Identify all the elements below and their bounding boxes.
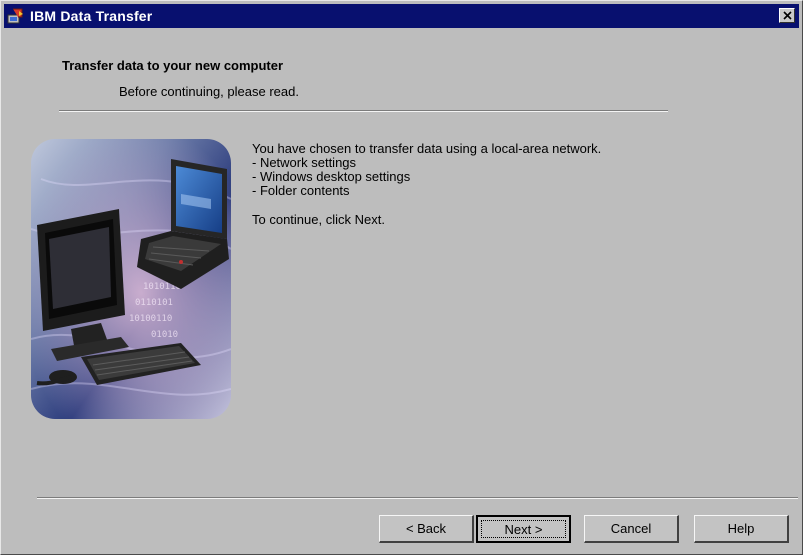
cancel-button[interactable]: Cancel <box>584 515 679 543</box>
list-item: - Windows desktop settings <box>252 169 411 184</box>
transfer-items-list: - Network settings - Windows desktop set… <box>252 156 601 198</box>
binary-text: 10100110 <box>129 314 172 324</box>
computers-illustration: 1010110 0110101 10100110 01010 <box>30 139 232 419</box>
header-divider <box>59 110 668 112</box>
intro-text: You have chosen to transfer data using a… <box>252 141 602 156</box>
list-item: - Folder contents <box>252 183 350 198</box>
next-button[interactable]: Next > <box>476 515 571 543</box>
binary-text: 01010 <box>151 330 178 340</box>
info-panel: You have chosen to transfer data using a… <box>252 142 601 227</box>
close-button[interactable] <box>779 8 795 23</box>
list-item: - Network settings <box>252 155 357 170</box>
page-subtitle: Before continuing, please read. <box>119 84 299 99</box>
back-button[interactable]: < Back <box>379 515 474 543</box>
instruction-text: To continue, click Next. <box>252 212 385 227</box>
window-title: IBM Data Transfer <box>30 8 153 24</box>
footer-divider <box>37 497 798 499</box>
page-title: Transfer data to your new computer <box>62 58 284 73</box>
binary-text: 0110101 <box>135 298 173 308</box>
focus-rectangle <box>481 520 566 538</box>
help-button[interactable]: Help <box>694 515 789 543</box>
close-icon <box>783 11 792 20</box>
title-bar[interactable]: IBM Data Transfer <box>4 4 799 28</box>
ibm-data-transfer-window: IBM Data Transfer Transfer data to your … <box>0 0 803 555</box>
app-icon <box>7 7 25 25</box>
